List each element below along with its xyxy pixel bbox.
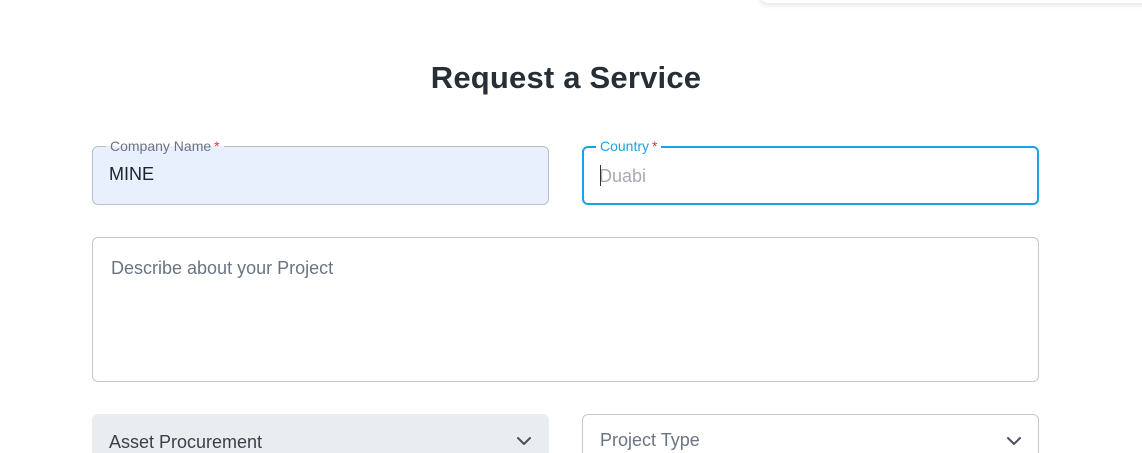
chevron-down-icon: [517, 437, 531, 445]
text-caret: [600, 165, 601, 186]
project-description-placeholder: Describe about your Project: [111, 258, 334, 278]
project-type-placeholder: Project Type: [600, 430, 700, 450]
required-mark: *: [214, 138, 220, 154]
service-select[interactable]: Asset Procurement: [92, 414, 549, 453]
top-dropdown-panel: [760, 0, 1142, 3]
chevron-down-icon: [1007, 437, 1021, 445]
page-title: Request a Service: [430, 60, 702, 95]
country-field[interactable]: Country *: [582, 137, 1039, 205]
required-mark: *: [652, 138, 658, 154]
company-name-field[interactable]: Company Name * MINE: [92, 137, 549, 205]
project-type-select[interactable]: Project Type: [582, 414, 1039, 453]
request-service-page: Request a Service Company Name * MINE Cou…: [0, 0, 1142, 453]
company-name-label: Company Name *: [106, 137, 224, 155]
project-description-textarea[interactable]: Describe about your Project: [92, 237, 1039, 382]
country-label: Country *: [596, 137, 662, 155]
company-name-value: MINE: [109, 164, 154, 184]
country-input[interactable]: [599, 164, 1019, 188]
service-select-value: Asset Procurement: [109, 432, 263, 452]
